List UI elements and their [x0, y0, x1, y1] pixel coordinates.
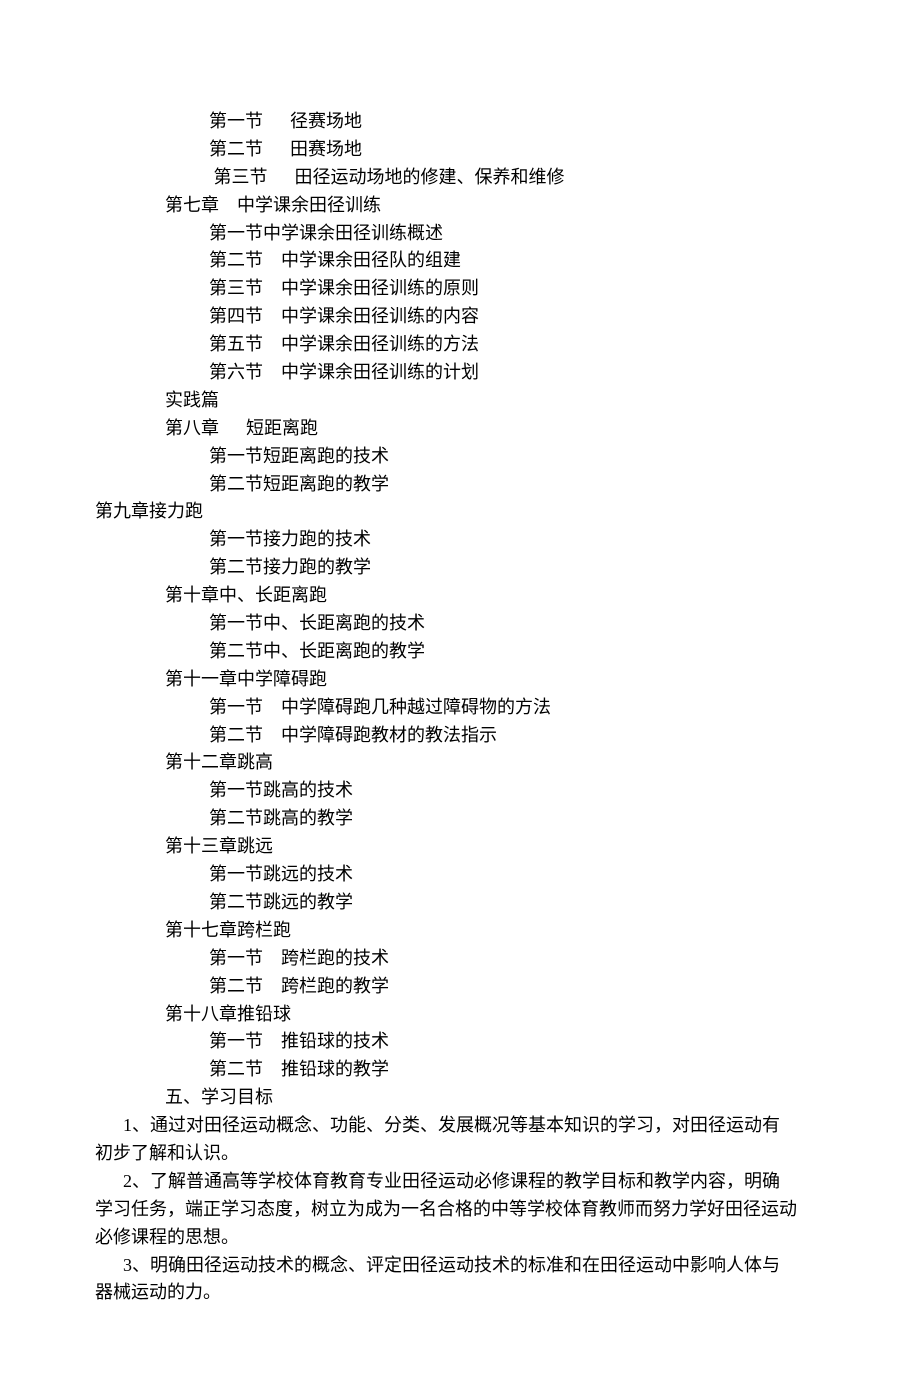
document-page: 第一节 径赛场地第二节 田赛场地 第三节 田径运动场地的修建、保养和维修第七章 … [0, 0, 920, 1387]
text-line: 第七章 中学课余田径训练 [95, 192, 830, 220]
text-line: 第十一章中学障碍跑 [95, 666, 830, 694]
text-line: 第五节 中学课余田径训练的方法 [95, 331, 830, 359]
text-line: 第一节中学课余田径训练概述 [95, 220, 830, 248]
text-line: 必修课程的思想。 [95, 1224, 830, 1252]
text-line: 初步了解和认识。 [95, 1140, 830, 1168]
text-line: 第十二章跳高 [95, 749, 830, 777]
text-line: 第二节短距离跑的教学 [95, 471, 830, 499]
text-line: 第一节跳高的技术 [95, 777, 830, 805]
text-line: 器械运动的力。 [95, 1279, 830, 1307]
text-line: 第十章中、长距离跑 [95, 582, 830, 610]
text-line: 第二节 中学障碍跑教材的教法指示 [95, 722, 830, 750]
text-line: 第二节 中学课余田径队的组建 [95, 247, 830, 275]
text-line: 第一节中、长距离跑的技术 [95, 610, 830, 638]
text-line: 第十八章推铅球 [95, 1001, 830, 1029]
text-line: 实践篇 [95, 387, 830, 415]
text-line: 第二节跳高的教学 [95, 805, 830, 833]
text-line: 第二节 田赛场地 [95, 136, 830, 164]
text-line: 第十七章跨栏跑 [95, 917, 830, 945]
text-line: 1、通过对田径运动概念、功能、分类、发展概况等基本知识的学习，对田径运动有 [95, 1112, 830, 1140]
text-line: 第二节中、长距离跑的教学 [95, 638, 830, 666]
text-line: 第一节 推铅球的技术 [95, 1028, 830, 1056]
text-line: 第三节 田径运动场地的修建、保养和维修 [95, 164, 830, 192]
text-line: 第六节 中学课余田径训练的计划 [95, 359, 830, 387]
text-line: 第八章 短距离跑 [95, 415, 830, 443]
text-line: 学习任务，端正学习态度，树立为成为一名合格的中等学校体育教师而努力学好田径运动 [95, 1196, 830, 1224]
text-line: 第九章接力跑 [95, 498, 830, 526]
text-line: 第四节 中学课余田径训练的内容 [95, 303, 830, 331]
text-line: 第二节跳远的教学 [95, 889, 830, 917]
text-line: 2、了解普通高等学校体育教育专业田径运动必修课程的教学目标和教学内容，明确 [95, 1168, 830, 1196]
text-line: 第一节 中学障碍跑几种越过障碍物的方法 [95, 694, 830, 722]
text-line: 3、明确田径运动技术的概念、评定田径运动技术的标准和在田径运动中影响人体与 [95, 1252, 830, 1280]
text-line: 第十三章跳远 [95, 833, 830, 861]
text-line: 第二节接力跑的教学 [95, 554, 830, 582]
text-line: 第三节 中学课余田径训练的原则 [95, 275, 830, 303]
text-line: 第一节 跨栏跑的技术 [95, 945, 830, 973]
text-line: 第一节接力跑的技术 [95, 526, 830, 554]
text-line: 第一节跳远的技术 [95, 861, 830, 889]
text-line: 第二节 推铅球的教学 [95, 1056, 830, 1084]
text-line: 五、学习目标 [95, 1084, 830, 1112]
text-line: 第一节 径赛场地 [95, 108, 830, 136]
text-line: 第一节短距离跑的技术 [95, 443, 830, 471]
text-line: 第二节 跨栏跑的教学 [95, 973, 830, 1001]
